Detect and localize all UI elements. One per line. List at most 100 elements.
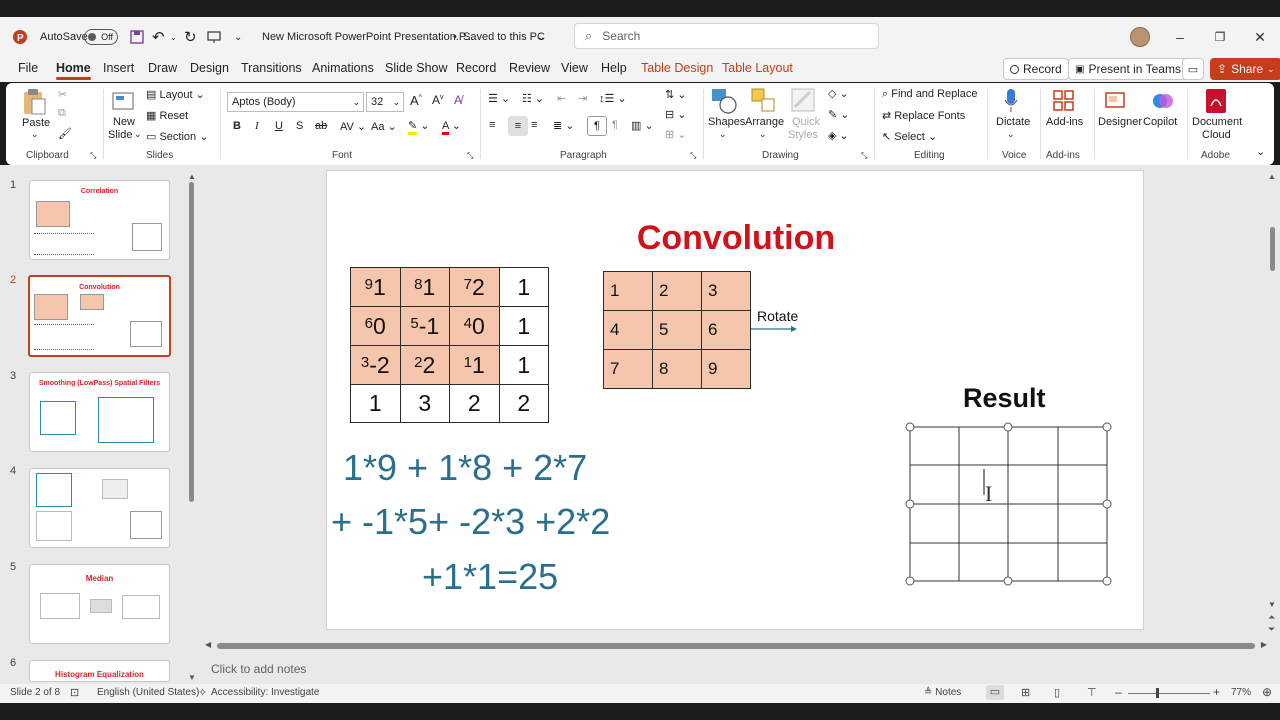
redo-icon[interactable]: ↻ — [184, 17, 197, 57]
dialog-launcher-icon[interactable]: ⤡ — [90, 151, 96, 161]
thumbnail-scrollbar[interactable]: ▲ ▼ — [188, 172, 196, 682]
kernel-cell[interactable]: 8 — [652, 349, 702, 389]
undo-dropdown-icon[interactable]: ⌄ — [170, 17, 177, 57]
customize-toolbar-icon[interactable]: ⌄ — [234, 17, 242, 57]
chevron-down-icon[interactable]: ⌄ — [31, 129, 39, 140]
kernel-cell[interactable]: 9 — [701, 349, 751, 389]
document-cloud-label-1[interactable]: Document — [1192, 116, 1242, 128]
kernel-cell[interactable]: 5 — [652, 310, 702, 350]
kernel-cell[interactable]: 1 — [603, 271, 653, 311]
scrollbar-thumb[interactable] — [189, 182, 194, 502]
image-grid-cell[interactable]: 91 — [350, 267, 401, 307]
format-painter-icon[interactable]: 🖌 — [58, 127, 72, 140]
tab-file[interactable]: File — [18, 61, 38, 75]
horizontal-scrollbar[interactable]: ◀ ▶ — [205, 640, 1267, 651]
copilot-button[interactable]: Copilot — [1143, 116, 1177, 128]
shapes-button[interactable]: Shapes — [708, 116, 745, 128]
tab-record[interactable]: Record — [456, 61, 496, 75]
columns-icon[interactable]: ▥ ⌄ — [631, 119, 654, 132]
kernel-table[interactable]: 1 2 3 4 5 6 7 8 9 — [603, 271, 751, 389]
slide-sorter-icon[interactable]: ⊞ — [1021, 686, 1030, 699]
restore-icon[interactable]: ❐ — [1200, 17, 1240, 57]
align-left-icon[interactable]: ≡ — [489, 119, 495, 131]
addins-button[interactable]: Add-ins — [1046, 116, 1083, 128]
shape-fill-icon[interactable]: ◇ ⌄ — [828, 87, 849, 100]
record-button[interactable]: Record — [1003, 58, 1069, 80]
kernel-cell[interactable]: 3 — [701, 271, 751, 311]
collapse-ribbon-icon[interactable]: ⌄ — [1256, 145, 1265, 158]
spelling-check-icon[interactable]: ⊡ — [70, 686, 79, 699]
image-grid-cell[interactable]: 3-2 — [350, 345, 401, 385]
kernel-cell[interactable]: 2 — [652, 271, 702, 311]
image-grid-cell[interactable]: 81 — [399, 267, 450, 307]
present-from-start-icon[interactable] — [207, 17, 221, 57]
accessibility-icon[interactable]: ✧ — [198, 686, 207, 699]
avatar[interactable] — [1130, 17, 1150, 57]
image-grid-cell[interactable]: 72 — [449, 267, 500, 307]
smartart-icon[interactable]: ⊞ ⌄ — [665, 128, 687, 141]
new-slide-label-1[interactable]: New — [113, 116, 135, 128]
cut-icon[interactable]: ✂ — [58, 88, 67, 101]
copilot-icon[interactable] — [1150, 87, 1176, 115]
shape-outline-icon[interactable]: ✎ ⌄ — [828, 108, 850, 121]
notes-placeholder[interactable]: Click to add notes — [211, 662, 306, 676]
image-grid-cell[interactable]: 11 — [449, 345, 500, 385]
align-right-icon[interactable]: ≡ — [531, 119, 537, 131]
image-grid-cell[interactable]: 40 — [449, 306, 500, 346]
zoom-slider[interactable] — [1128, 693, 1210, 694]
tab-table-design[interactable]: Table Design — [641, 61, 713, 75]
tab-draw[interactable]: Draw — [148, 61, 177, 75]
font-name-select[interactable]: Aptos (Body) ⌄ — [227, 92, 364, 112]
equation-line-1[interactable]: 1*9 + 1*8 + 2*7 — [343, 447, 587, 489]
slide-thumbnail-1[interactable]: Correlation — [29, 180, 170, 260]
dialog-launcher-icon[interactable]: ⤡ — [467, 151, 473, 161]
image-grid-cell[interactable]: 60 — [350, 306, 401, 346]
justify-icon[interactable]: ≣ ⌄ — [553, 119, 575, 132]
equation-line-3[interactable]: +1*1=25 — [422, 556, 558, 598]
result-table[interactable]: I — [905, 422, 1112, 586]
rotate-label[interactable]: Rotate — [757, 308, 798, 324]
section-button[interactable]: ▭ Section ⌄ — [146, 130, 208, 143]
scrollbar-thumb[interactable] — [1270, 227, 1275, 271]
new-slide-icon[interactable] — [110, 87, 136, 115]
microphone-icon[interactable] — [1000, 87, 1022, 115]
tab-review[interactable]: Review — [509, 61, 550, 75]
quick-styles-label-1[interactable]: Quick — [792, 116, 820, 128]
scroll-down-icon[interactable]: ▼ — [1268, 600, 1276, 609]
image-grid-cell[interactable]: 2 — [449, 384, 500, 423]
bullets-icon[interactable]: ☰ ⌄ — [488, 92, 510, 105]
image-grid-cell[interactable]: 3 — [399, 384, 450, 423]
zoom-level[interactable]: 77% — [1231, 687, 1251, 698]
decrease-font-icon[interactable]: Av — [432, 93, 444, 107]
autosave-toggle[interactable]: Off — [84, 17, 118, 57]
slide-thumbnail-4[interactable] — [29, 468, 170, 548]
previous-slide-icon[interactable]: ⏶ — [1268, 612, 1275, 623]
close-icon[interactable]: ✕ — [1240, 17, 1280, 57]
search-input[interactable]: ⌕ Search — [574, 23, 879, 49]
zoom-in-icon[interactable]: + — [1213, 685, 1220, 699]
shadow-icon[interactable]: S — [296, 120, 303, 132]
chevron-down-icon[interactable]: ⌄ — [537, 17, 545, 57]
equation-line-2[interactable]: + -1*5+ -2*3 +2*2 — [331, 501, 610, 543]
addins-icon[interactable] — [1051, 87, 1077, 115]
font-size-select[interactable]: 32 ⌄ — [366, 92, 404, 112]
font-color-icon[interactable]: A ⌄ — [442, 119, 461, 135]
layout-button[interactable]: ▤ Layout ⌄ — [146, 88, 205, 101]
dictate-button[interactable]: Dictate — [996, 116, 1030, 128]
change-case-icon[interactable]: Aa ⌄ — [371, 120, 397, 133]
image-grid-cell[interactable]: 1 — [350, 384, 401, 423]
comments-button[interactable]: ▭ — [1182, 58, 1204, 80]
result-label[interactable]: Result — [963, 383, 1046, 414]
quick-styles-icon[interactable] — [790, 87, 816, 115]
normal-view-icon[interactable]: ▭ — [986, 685, 1004, 700]
scroll-up-icon[interactable]: ▲ — [188, 172, 196, 181]
increase-font-icon[interactable]: A^ — [410, 93, 422, 108]
chevron-down-icon[interactable]: ⌄ — [134, 129, 142, 140]
next-slide-icon[interactable]: ⏷ — [1268, 624, 1275, 635]
line-spacing-icon[interactable]: ↕☰ ⌄ — [599, 92, 627, 105]
chevron-down-icon[interactable]: ⌄ — [1007, 129, 1015, 140]
scroll-left-icon[interactable]: ◀ — [205, 640, 211, 649]
reading-view-icon[interactable]: ▯ — [1054, 686, 1060, 699]
quick-styles-label-2[interactable]: Styles — [788, 129, 818, 141]
fit-to-window-icon[interactable]: ⊕ — [1262, 685, 1272, 699]
